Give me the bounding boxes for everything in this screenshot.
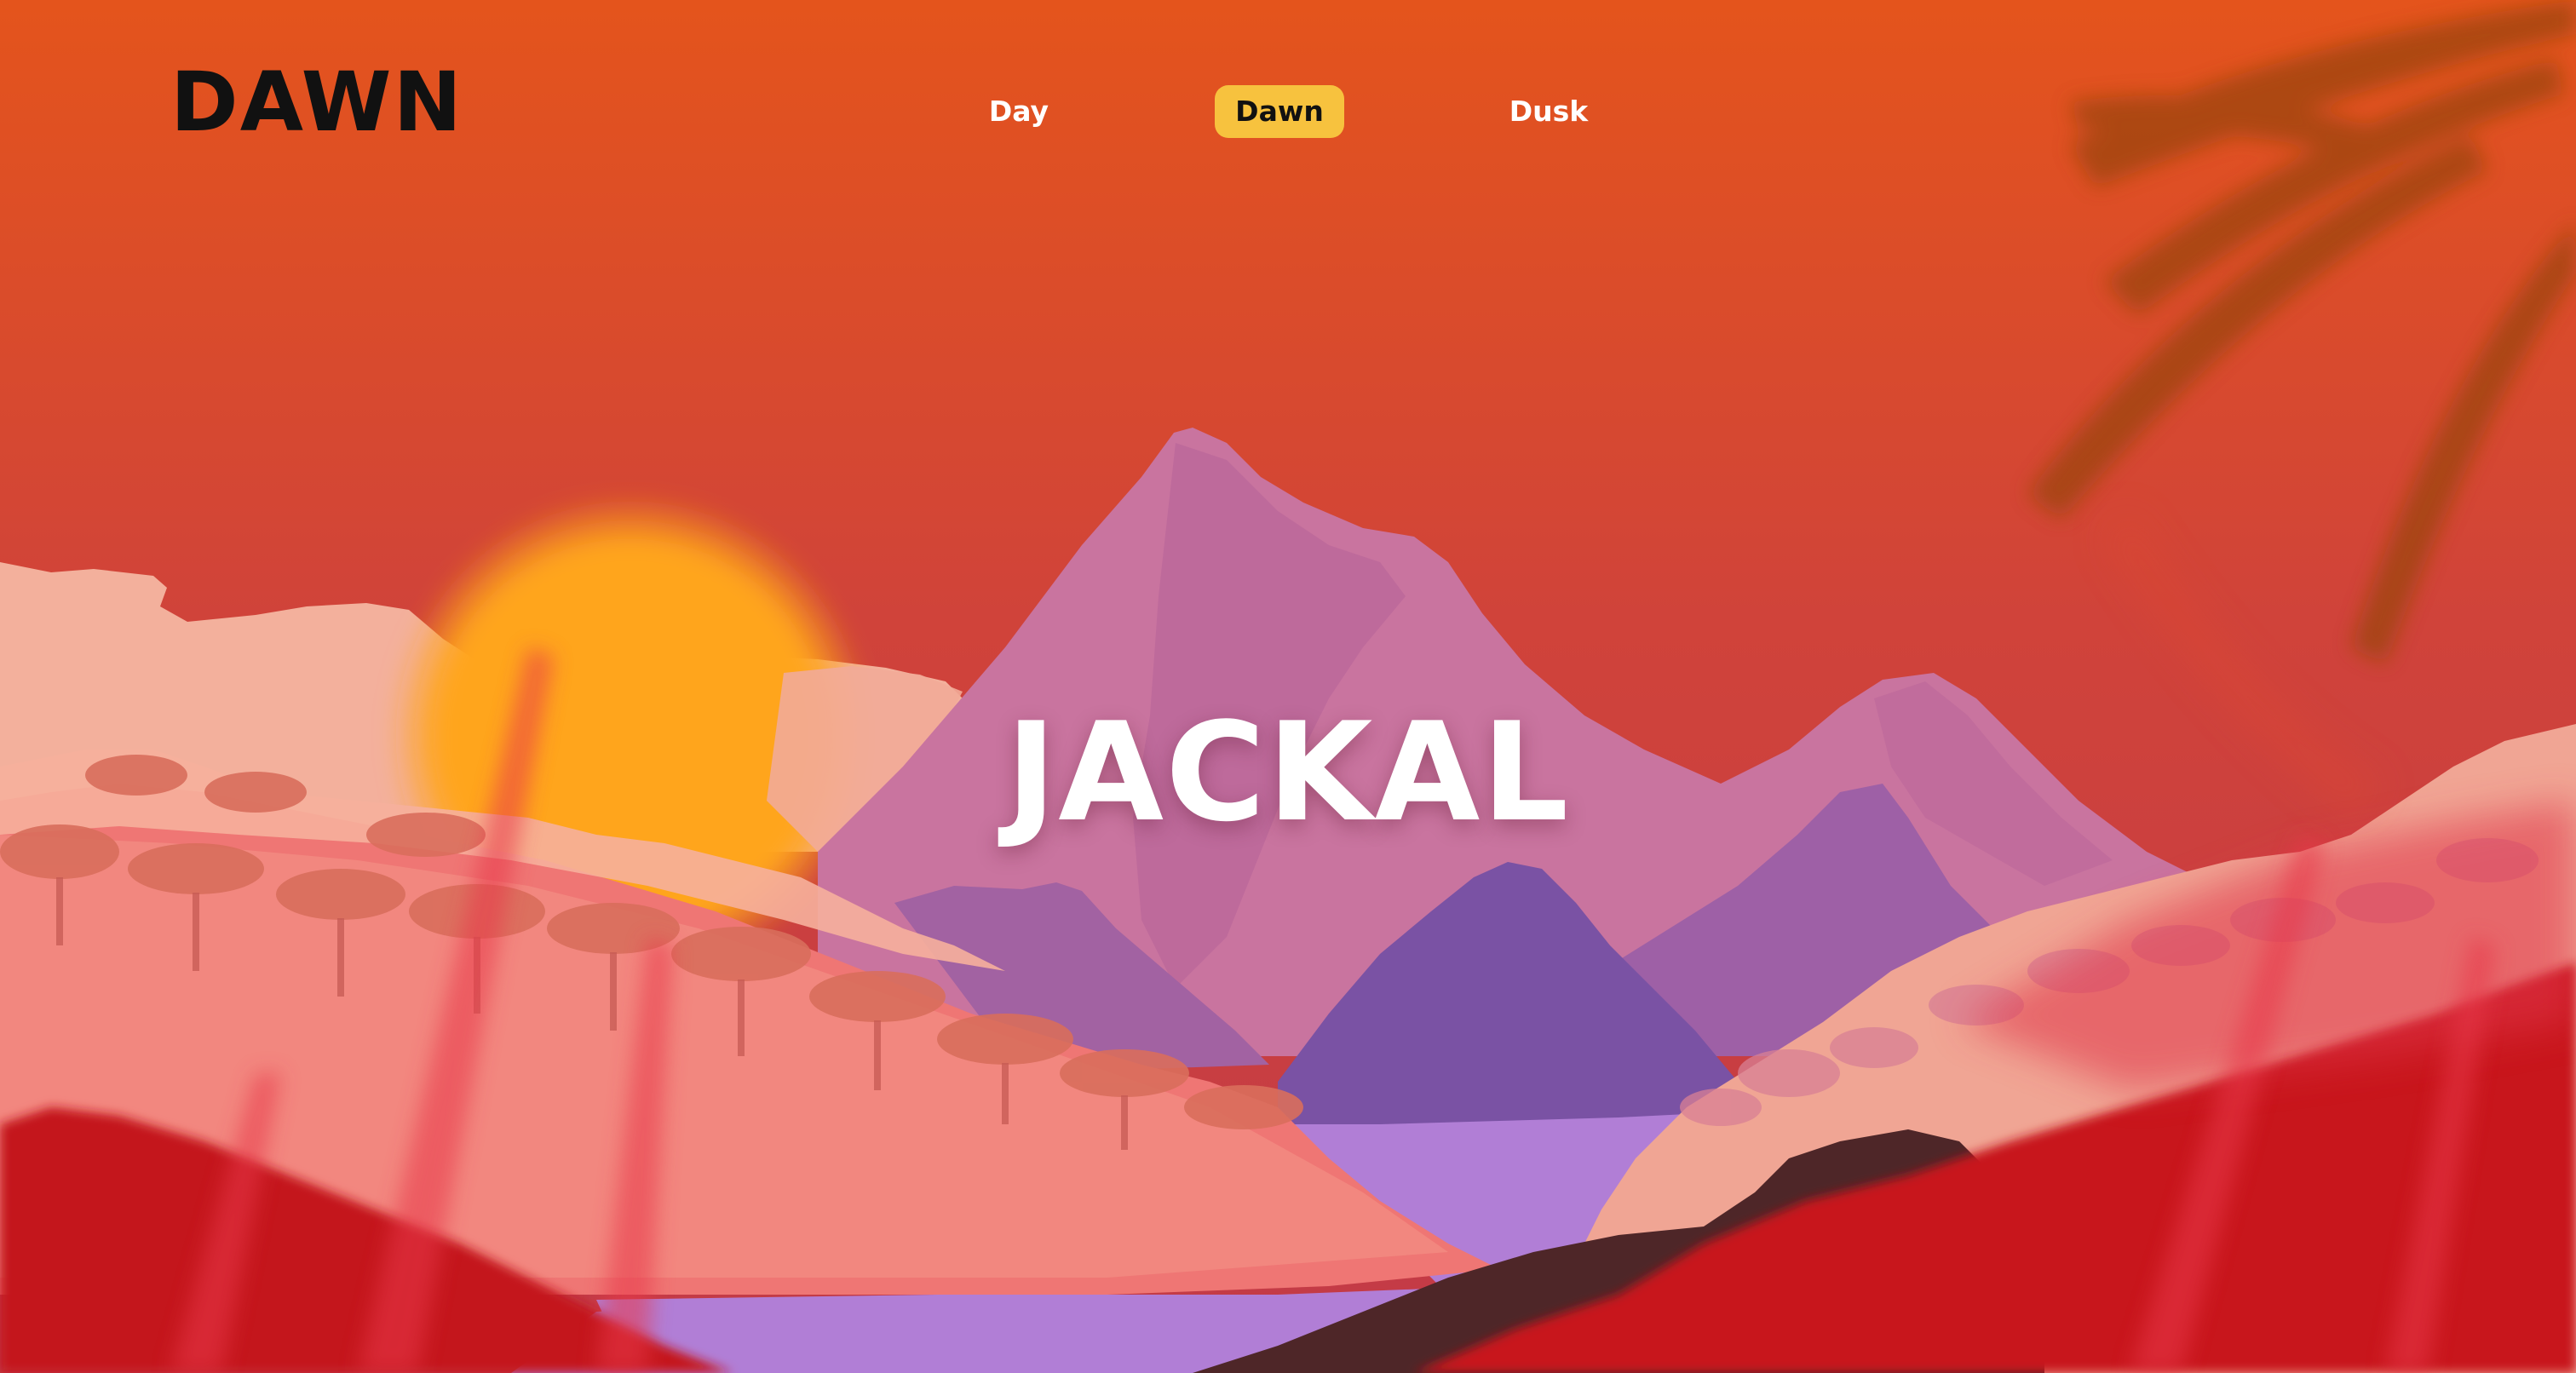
nav-item-dawn[interactable]: Dawn: [1215, 85, 1344, 138]
nav-item-day[interactable]: Day: [976, 85, 1061, 138]
main-nav: Day Dawn Dusk: [0, 85, 2576, 143]
nav-item-dusk[interactable]: Dusk: [1504, 85, 1593, 138]
hero-scene: DAWN Day Dawn Dusk JACKAL: [0, 0, 2576, 1373]
hero-title: JACKAL: [1005, 692, 1571, 853]
landscape-illustration: [0, 0, 2576, 1373]
